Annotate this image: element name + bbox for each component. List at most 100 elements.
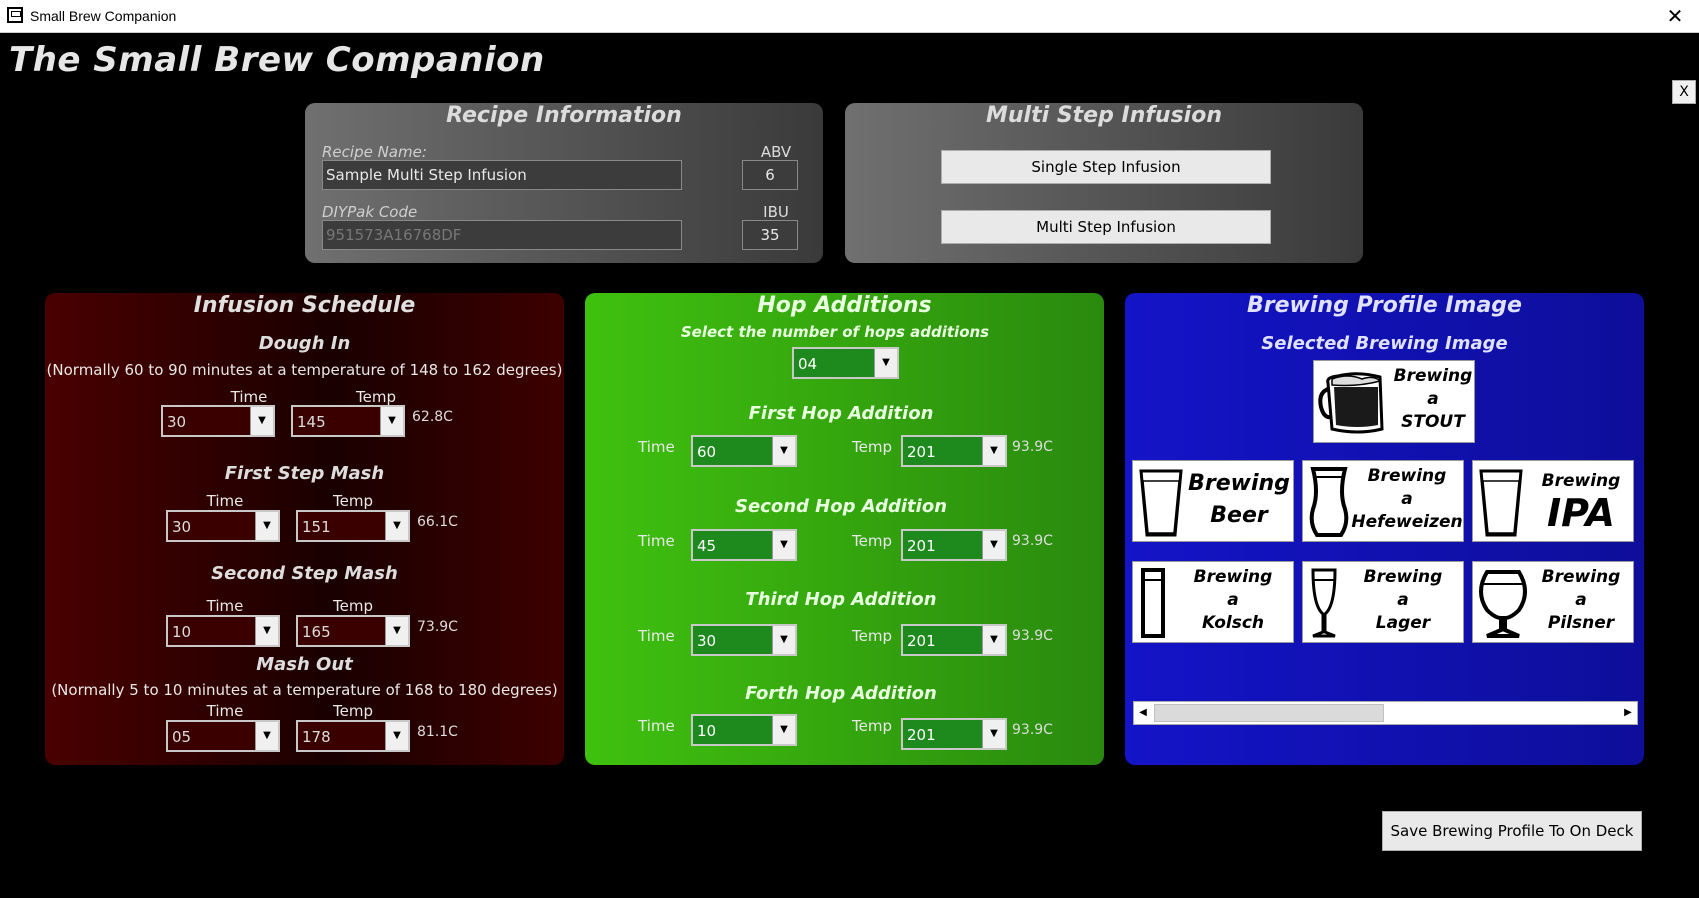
hop-count-label: Select the number of hops additions	[680, 323, 990, 341]
second-step-temp-select[interactable]: 165 ▼	[296, 615, 410, 647]
chevron-down-icon: ▼	[385, 512, 408, 540]
weizen-glass-icon	[1309, 467, 1349, 537]
first-step-temp-select[interactable]: 151 ▼	[296, 510, 410, 542]
selected-line3: STOUT	[1401, 412, 1465, 432]
hop-addition-2-time-select[interactable]: 45 ▼	[691, 529, 797, 561]
mash-out-temp-value: 178	[302, 728, 331, 746]
hop-addition-1-celsius: 93.9C	[1012, 439, 1053, 455]
hop-addition-4-temp-label: Temp	[852, 717, 892, 735]
profile-tile-pilsner[interactable]: Brewing a Pilsner	[1472, 561, 1634, 643]
second-step-temp-label: Temp	[333, 597, 373, 615]
second-step-celsius: 73.9C	[417, 619, 458, 635]
tile-pilsner-line3: Pilsner	[1547, 613, 1615, 633]
chevron-down-icon: ▼	[982, 720, 1005, 748]
tile-kolsch-line3: Kolsch	[1201, 613, 1265, 633]
hop-addition-1-title: First Hop Addition	[748, 403, 934, 424]
tile-hefeweizen-line2: a	[1401, 489, 1413, 509]
first-step-title: First Step Mash	[224, 463, 385, 484]
tile-hefeweizen-line3: Hefeweizen	[1351, 512, 1463, 532]
first-step-temp-value: 151	[302, 518, 331, 536]
hop-addition-3-temp-label: Temp	[852, 627, 892, 645]
hop-addition-1-time-value: 60	[697, 443, 717, 461]
first-step-time-select[interactable]: 30 ▼	[166, 510, 280, 542]
first-step-temp-label: Temp	[333, 492, 373, 510]
profile-tile-beer[interactable]: Brewing Beer	[1132, 460, 1294, 542]
hop-addition-4-time-select[interactable]: 10 ▼	[691, 714, 797, 746]
dough-in-time-select[interactable]: 30 ▼	[161, 405, 275, 437]
hop-addition-3-celsius: 93.9C	[1012, 628, 1053, 644]
hop-addition-1-time-select[interactable]: 60 ▼	[691, 435, 797, 467]
hop-addition-4-temp-select[interactable]: 201 ▼	[901, 718, 1007, 750]
hop-addition-3-temp-value: 201	[907, 632, 936, 650]
hop-addition-3-time-label: Time	[638, 627, 675, 645]
profile-tile-kolsch[interactable]: Brewing a Kolsch	[1132, 561, 1294, 643]
hop-addition-1-temp-select[interactable]: 201 ▼	[901, 435, 1007, 467]
hop-addition-2-temp-label: Temp	[852, 532, 892, 550]
profile-tile-ipa[interactable]: Brewing IPA	[1472, 460, 1634, 542]
scroll-left-arrow-icon[interactable]: ◀	[1134, 702, 1152, 724]
dough-in-celsius: 62.8C	[412, 409, 453, 425]
hop-addition-2-temp-value: 201	[907, 537, 936, 555]
tile-beer-line2: Beer	[1210, 503, 1268, 528]
chevron-down-icon: ▼	[385, 617, 408, 645]
second-step-temp-value: 165	[302, 623, 331, 641]
hop-addition-4-celsius: 93.9C	[1012, 722, 1053, 738]
dough-in-time-label: Time	[230, 388, 268, 406]
save-brewing-profile-button[interactable]: Save Brewing Profile To On Deck	[1382, 811, 1642, 851]
second-step-time-select[interactable]: 10 ▼	[166, 615, 280, 647]
chevron-down-icon: ▼	[380, 407, 403, 435]
chevron-down-icon: ▼	[772, 716, 795, 744]
chevron-down-icon: ▼	[772, 626, 795, 654]
hop-addition-3-time-select[interactable]: 30 ▼	[691, 624, 797, 656]
abv-input[interactable]	[742, 160, 798, 190]
mash-out-celsius: 81.1C	[417, 724, 458, 740]
pint-glass-icon	[1479, 469, 1523, 537]
chevron-down-icon: ▼	[255, 617, 278, 645]
hop-addition-3-temp-select[interactable]: 201 ▼	[901, 624, 1007, 656]
msi-panel-title: Multi Step Infusion	[986, 103, 1222, 128]
dough-in-temp-value: 145	[297, 413, 326, 431]
chevron-down-icon: ▼	[982, 626, 1005, 654]
hop-addition-4-temp-value: 201	[907, 726, 936, 744]
mash-out-time-select[interactable]: 05 ▼	[166, 720, 280, 752]
scroll-thumb[interactable]	[1154, 704, 1384, 722]
recipe-name-input[interactable]	[322, 160, 682, 190]
mash-out-temp-select[interactable]: 178 ▼	[296, 720, 410, 752]
profile-tile-lager[interactable]: Brewing a Lager	[1302, 561, 1464, 643]
chevron-down-icon: ▼	[982, 437, 1005, 465]
mash-out-time-value: 05	[172, 728, 192, 746]
ibu-input[interactable]	[742, 220, 798, 250]
hop-addition-2-time-value: 45	[697, 537, 717, 555]
tile-kolsch-line2: a	[1227, 590, 1239, 610]
close-small-button[interactable]: X	[1672, 80, 1696, 104]
hop-addition-4-time-value: 10	[697, 722, 717, 740]
hop-addition-2-time-label: Time	[638, 532, 675, 550]
hop-count-select[interactable]: 04 ▼	[792, 347, 899, 379]
pint-glass-icon	[1139, 469, 1183, 537]
scroll-right-arrow-icon[interactable]: ▶	[1619, 702, 1637, 724]
app-icon	[7, 7, 23, 23]
dough-in-note: (Normally 60 to 90 minutes at a temperat…	[46, 361, 563, 379]
infusion-panel-title: Infusion Schedule	[193, 293, 416, 318]
dough-in-time-value: 30	[167, 413, 187, 431]
ibu-label: IBU	[763, 203, 789, 221]
hop-addition-2-temp-select[interactable]: 201 ▼	[901, 529, 1007, 561]
diypak-code-input[interactable]	[322, 220, 682, 250]
tile-ipa-line1: Brewing	[1541, 471, 1621, 491]
infusion-schedule-panel: Infusion Schedule Dough In (Normally 60 …	[45, 293, 564, 765]
hop-addition-4-title: Forth Hop Addition	[745, 683, 937, 704]
mash-out-time-label: Time	[206, 702, 244, 720]
hop-addition-1-temp-label: Temp	[852, 438, 892, 456]
multi-step-infusion-button[interactable]: Multi Step Infusion	[941, 210, 1271, 244]
single-step-infusion-button[interactable]: Single Step Infusion	[941, 150, 1271, 184]
tile-lager-line2: a	[1397, 590, 1409, 610]
kolsch-glass-icon	[1141, 568, 1165, 638]
chevron-down-icon: ▼	[385, 722, 408, 750]
profile-images-scrollbar[interactable]: ◀ ▶	[1133, 701, 1638, 725]
tile-beer-line1: Brewing	[1188, 471, 1290, 496]
hop-panel-title: Hop Additions	[757, 293, 932, 318]
hop-addition-1-time-label: Time	[638, 438, 675, 456]
dough-in-temp-select[interactable]: 145 ▼	[291, 405, 405, 437]
window-close-button[interactable]: ✕	[1660, 3, 1690, 29]
profile-tile-hefeweizen[interactable]: Brewing a Hefeweizen	[1302, 460, 1464, 542]
